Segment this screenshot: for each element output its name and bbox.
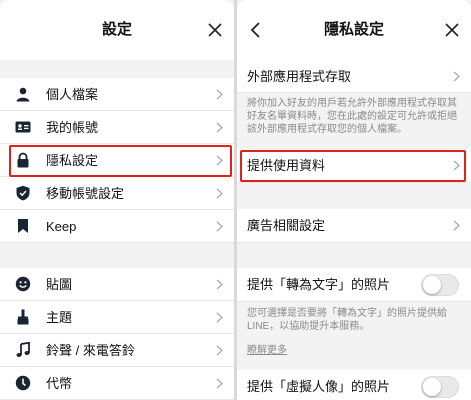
chevron-right-icon [453, 220, 460, 231]
avatar-photos-row: 提供「虛擬人像」的照片 [237, 370, 471, 400]
id-card-icon [15, 121, 31, 133]
text-photos-row: 提供「轉為文字」的照片 [237, 268, 471, 302]
settings-header: 設定 [0, 0, 234, 60]
settings-item-label: 鈴聲 / 來電答鈴 [46, 343, 135, 358]
settings-item-label: 貼圖 [46, 277, 73, 292]
music-note-icon [16, 342, 30, 357]
page-title: 設定 [101, 21, 132, 38]
toggle-knob [423, 378, 441, 396]
chevron-right-icon [216, 122, 223, 133]
settings-item-label: 我的帳號 [46, 120, 99, 135]
external-app-access-description: 將你加入好友的用戶若允許外部應用程式存取其好友名單資料時，您在此處的設定可允許或… [247, 98, 457, 135]
highlight-box [240, 150, 466, 182]
chevron-right-icon [216, 378, 223, 389]
ad-settings-label: 廣告相關設定 [247, 218, 326, 233]
settings-item-label: 代幣 [46, 376, 73, 391]
bookmark-icon [18, 219, 28, 233]
settings-item-label: Keep [46, 219, 77, 234]
close-icon[interactable] [208, 23, 222, 37]
settings-item-label: 移動帳號設定 [46, 186, 125, 201]
chevron-right-icon [216, 89, 223, 100]
settings-item-stickers[interactable]: 貼圖 [0, 268, 234, 301]
settings-item-keep[interactable]: Keep [0, 210, 234, 243]
chevron-right-icon [216, 345, 223, 356]
shield-icon [16, 185, 30, 201]
chevron-right-icon [216, 221, 223, 232]
settings-item-profile[interactable]: 個人檔案 [0, 78, 234, 111]
page-title: 隱私設定 [323, 21, 384, 38]
toggle-knob [423, 276, 441, 294]
settings-item-themes[interactable]: 主題 [0, 301, 234, 334]
avatar-photos-label: 提供「虛擬人像」的照片 [247, 379, 391, 394]
settings-item-ringtones[interactable]: 鈴聲 / 來電答鈴 [0, 334, 234, 367]
ad-settings-row[interactable]: 廣告相關設定 [237, 209, 471, 243]
chevron-right-icon [216, 279, 223, 290]
close-icon[interactable] [445, 23, 459, 37]
external-app-access-label: 外部應用程式存取 [247, 69, 352, 84]
brush-icon [17, 309, 29, 325]
text-photos-description: 您可選擇是否要將「轉為文字」的照片提供給LINE，以協助提升本服務。 [247, 308, 447, 332]
settings-item-account[interactable]: 我的帳號 [0, 111, 234, 144]
text-photos-toggle[interactable] [421, 274, 459, 296]
person-icon [16, 87, 30, 102]
privacy-settings-panel: 隱私設定 外部應用程式存取 將你加入好友的用戶若允許外部應用程式存取其好友名單資… [237, 0, 471, 400]
text-photos-label: 提供「轉為文字」的照片 [247, 277, 391, 292]
external-app-access-row[interactable]: 外部應用程式存取 [237, 60, 471, 93]
settings-item-account-transfer[interactable]: 移動帳號設定 [0, 177, 234, 210]
settings-item-label: 主題 [46, 310, 73, 325]
chevron-right-icon [216, 312, 223, 323]
settings-item-coins[interactable]: 代幣 [0, 367, 234, 400]
chevron-right-icon [453, 71, 460, 82]
settings-item-label: 個人檔案 [46, 87, 99, 102]
smiley-icon [15, 276, 31, 292]
avatar-photos-toggle[interactable] [421, 376, 459, 398]
privacy-header: 隱私設定 [237, 0, 471, 60]
chevron-right-icon [216, 188, 223, 199]
highlight-box [9, 145, 232, 177]
coin-icon [15, 375, 31, 391]
settings-panel: 設定 個人檔案 我的帳號 隱私設定 移動帳號設定 Keep 貼圖 主題 鈴聲 /… [0, 0, 234, 400]
learn-more-link[interactable]: 瞭解更多 [247, 341, 287, 356]
